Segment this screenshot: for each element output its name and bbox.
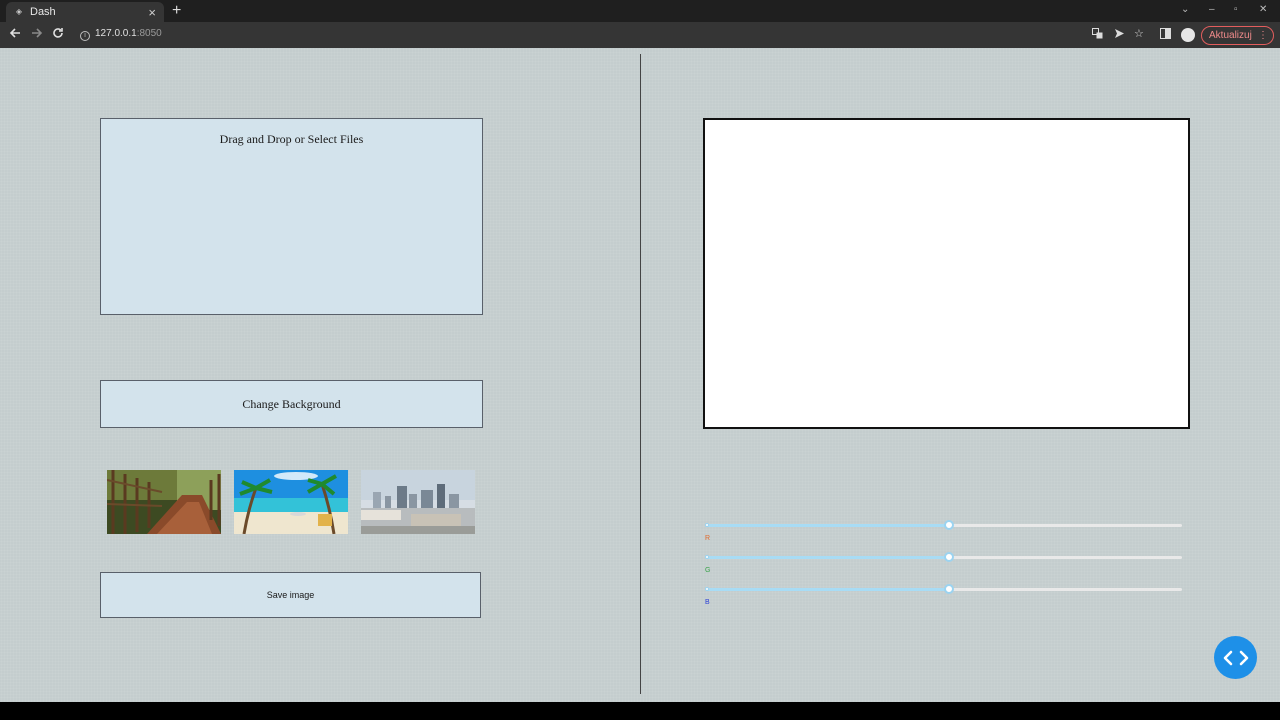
bookmark-star-icon[interactable]: ☆ xyxy=(1134,28,1144,40)
update-label: Aktualizuj xyxy=(1209,30,1252,41)
tab-close-icon[interactable]: × xyxy=(148,6,156,19)
site-info-icon[interactable]: i xyxy=(80,31,90,41)
blue-slider[interactable] xyxy=(705,584,1182,596)
taskbar xyxy=(0,702,1280,720)
update-button[interactable]: Aktualizuj ⋮ xyxy=(1201,26,1274,45)
close-window-icon[interactable]: ✕ xyxy=(1259,4,1267,15)
profile-avatar-icon[interactable] xyxy=(1181,28,1195,42)
slider-handle[interactable] xyxy=(943,552,954,562)
slider-handle[interactable] xyxy=(943,520,954,530)
new-tab-button[interactable]: + xyxy=(172,3,181,19)
tab-search-icon[interactable]: ⌄ xyxy=(1181,4,1189,15)
translate-icon[interactable] xyxy=(1092,28,1103,42)
tab-title: Dash xyxy=(30,6,56,18)
page: Drag and Drop or Select Files Change Bac… xyxy=(0,48,1280,702)
side-panel-icon[interactable] xyxy=(1160,28,1171,42)
kebab-menu-icon[interactable]: ⋮ xyxy=(1258,30,1268,41)
code-toggle-button[interactable] xyxy=(1214,636,1257,679)
minimize-icon[interactable]: – xyxy=(1209,4,1215,15)
change-background-button[interactable]: Change Background xyxy=(100,380,483,428)
browser-tab-strip: ◈ Dash × + ⌄ – ▫ ✕ xyxy=(0,0,1280,22)
save-image-button[interactable]: Save image xyxy=(100,572,481,618)
vertical-divider xyxy=(640,54,641,694)
code-brackets-icon xyxy=(1223,650,1248,665)
upload-dropzone[interactable]: Drag and Drop or Select Files xyxy=(100,118,483,315)
url-port: :8050 xyxy=(136,28,162,39)
city-skyline-thumbnail[interactable] xyxy=(361,470,475,534)
maximize-icon[interactable]: ▫ xyxy=(1234,4,1238,15)
red-slider[interactable] xyxy=(705,520,1182,532)
slider-start-dot xyxy=(705,587,709,591)
reload-icon[interactable] xyxy=(52,27,64,41)
upload-label: Drag and Drop or Select Files xyxy=(219,132,364,146)
forest-path-thumbnail[interactable] xyxy=(107,470,221,534)
green-slider[interactable] xyxy=(705,552,1182,564)
back-arrow-icon[interactable] xyxy=(9,27,21,41)
address-bar[interactable]: i 127.0.0.1:8050 xyxy=(80,28,162,41)
dash-favicon-icon: ◈ xyxy=(15,7,23,16)
slider-handle[interactable] xyxy=(943,584,954,594)
slider-start-dot xyxy=(705,555,709,559)
url-host: 127.0.0.1 xyxy=(95,28,137,39)
green-slider-label: G xyxy=(705,567,711,574)
slider-track xyxy=(706,524,949,527)
slider-start-dot xyxy=(705,523,709,527)
image-canvas[interactable] xyxy=(703,118,1190,429)
send-icon[interactable] xyxy=(1114,28,1125,42)
tropical-beach-thumbnail[interactable] xyxy=(234,470,348,534)
forward-arrow-icon[interactable] xyxy=(31,27,43,41)
browser-toolbar: i 127.0.0.1:8050 ☆ xyxy=(0,22,1280,48)
slider-track xyxy=(706,588,949,591)
blue-slider-label: B xyxy=(705,599,710,606)
browser-tab[interactable]: ◈ Dash × xyxy=(6,2,164,22)
slider-track xyxy=(706,556,949,559)
red-slider-label: R xyxy=(705,535,711,542)
